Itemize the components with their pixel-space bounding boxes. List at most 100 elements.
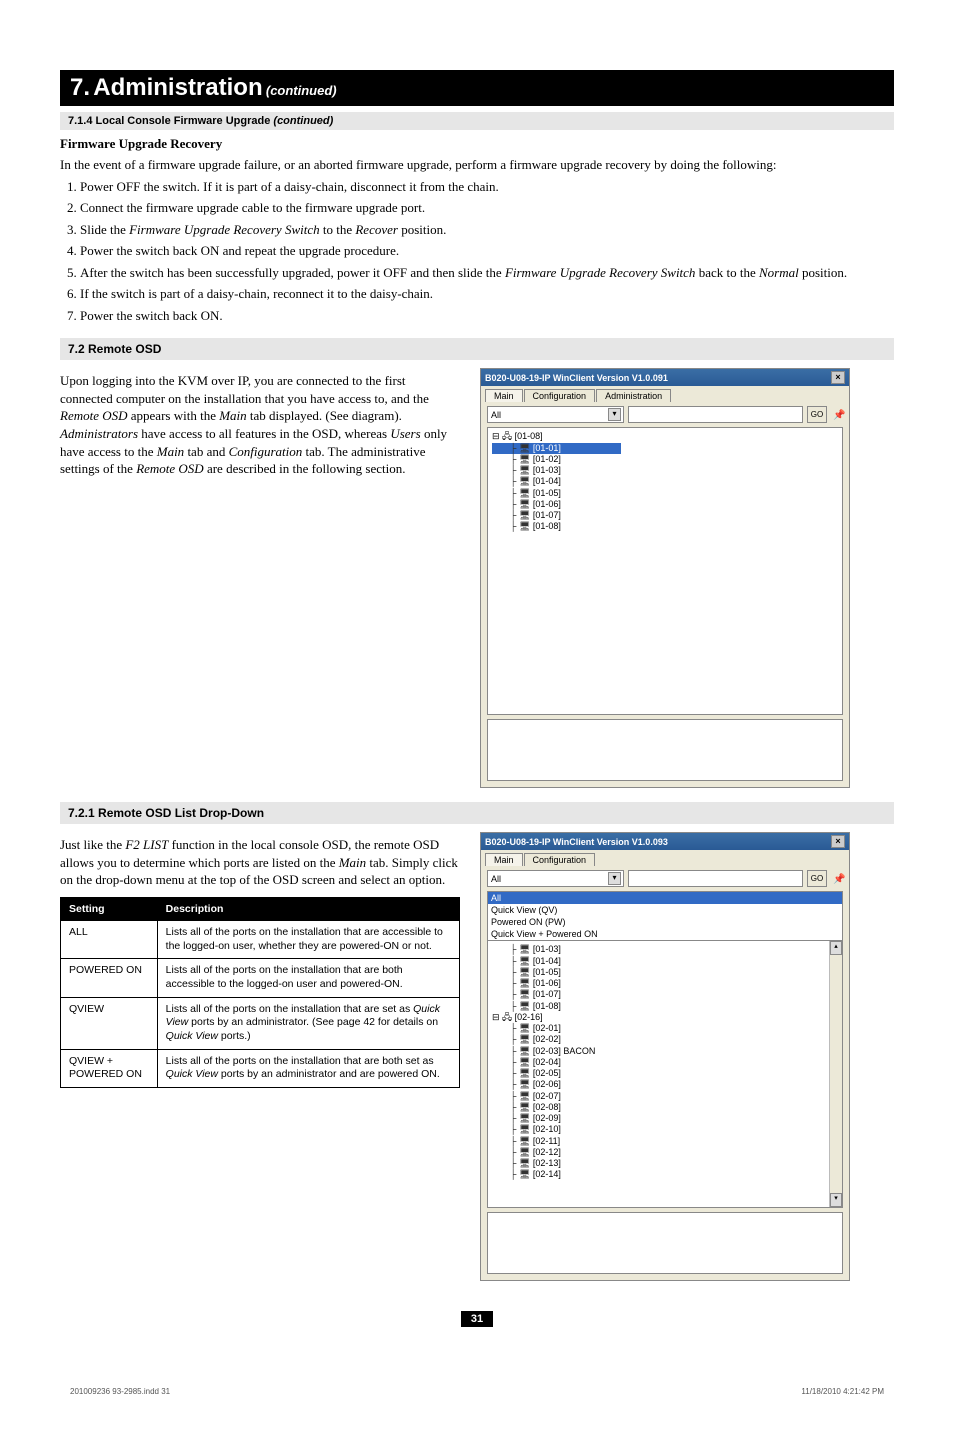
table-row: QVIEWLists all of the ports on the insta… bbox=[61, 997, 460, 1049]
settings-header-setting: Setting bbox=[61, 898, 158, 921]
page-footer: 201009236 93-2985.indd 31 11/18/2010 4:2… bbox=[60, 1387, 894, 1396]
tree-item[interactable]: [02-06] bbox=[492, 1079, 838, 1090]
tree-root[interactable]: [02-16] bbox=[492, 1012, 838, 1023]
tree-root[interactable]: [01-08] bbox=[492, 431, 838, 442]
tree-item[interactable]: [01-02] bbox=[492, 454, 838, 465]
dropdown-value: All bbox=[491, 410, 501, 420]
go-button[interactable]: GO bbox=[807, 406, 827, 423]
remote-osd-screenshot-1: B020-U08-19-IP WinClient Version V1.0.09… bbox=[480, 368, 850, 788]
page-number: 31 bbox=[461, 1311, 493, 1327]
chevron-down-icon[interactable]: ▾ bbox=[608, 872, 621, 885]
intro-recovery: In the event of a firmware upgrade failu… bbox=[60, 156, 894, 174]
settings-header-description: Description bbox=[157, 898, 459, 921]
scroll-up-icon[interactable]: ▴ bbox=[830, 941, 842, 955]
tree-item[interactable]: [01-04] bbox=[492, 476, 838, 487]
dropdown-option[interactable]: Quick View (QV) bbox=[488, 904, 842, 916]
tab-main[interactable]: Main bbox=[485, 389, 523, 402]
tree-item[interactable]: [02-03] BACON bbox=[492, 1046, 838, 1057]
tab-configuration[interactable]: Configuration bbox=[524, 853, 596, 866]
bottom-pane bbox=[487, 719, 843, 781]
tree-item[interactable]: [01-07] bbox=[492, 989, 838, 1000]
pin-icon[interactable]: 📌 bbox=[833, 410, 843, 420]
window-titlebar: B020-U08-19-IP WinClient Version V1.0.09… bbox=[481, 369, 849, 386]
go-button[interactable]: GO bbox=[807, 870, 827, 887]
dropdown-option[interactable]: Powered ON (PW) bbox=[488, 916, 842, 928]
window-title: B020-U08-19-IP WinClient Version V1.0.09… bbox=[485, 373, 668, 383]
vertical-scrollbar[interactable]: ▴ ▾ bbox=[829, 941, 842, 1207]
setting-name: QVIEW + POWERED ON bbox=[61, 1049, 158, 1087]
tree-item[interactable]: [02-07] bbox=[492, 1091, 838, 1102]
subsection-714-bar: 7.1.4 Local Console Firmware Upgrade (co… bbox=[60, 112, 894, 130]
section-72-heading: 7.2 Remote OSD bbox=[60, 338, 894, 360]
list-filter-dropdown[interactable]: All ▾ bbox=[487, 870, 624, 887]
section-721-paragraph: Just like the F2 LIST function in the lo… bbox=[60, 836, 460, 889]
tree-item[interactable]: [01-05] bbox=[492, 488, 838, 499]
setting-name: POWERED ON bbox=[61, 959, 158, 997]
dropdown-options-list[interactable]: All Quick View (QV) Powered ON (PW) Quic… bbox=[487, 891, 843, 941]
tree-item[interactable]: [02-11] bbox=[492, 1136, 838, 1147]
recovery-step: After the switch has been successfully u… bbox=[80, 264, 894, 282]
footer-right: 11/18/2010 4:21:42 PM bbox=[801, 1387, 884, 1396]
tree-item[interactable]: [02-02] bbox=[492, 1034, 838, 1045]
tree-item[interactable]: [02-14] bbox=[492, 1169, 838, 1180]
tree-item[interactable]: [02-05] bbox=[492, 1068, 838, 1079]
tab-administration[interactable]: Administration bbox=[596, 389, 671, 402]
window-titlebar: B020-U08-19-IP WinClient Version V1.0.09… bbox=[481, 833, 849, 850]
recovery-step: Power the switch back ON and repeat the … bbox=[80, 242, 894, 260]
recovery-step: Power OFF the switch. If it is part of a… bbox=[80, 178, 894, 196]
remote-osd-screenshot-2: B020-U08-19-IP WinClient Version V1.0.09… bbox=[480, 832, 850, 1281]
setting-description: Lists all of the ports on the installati… bbox=[157, 1049, 459, 1087]
settings-table: Setting Description ALLLists all of the … bbox=[60, 897, 460, 1088]
chevron-down-icon[interactable]: ▾ bbox=[608, 408, 621, 421]
tree-item[interactable]: [02-08] bbox=[492, 1102, 838, 1113]
tree-item[interactable]: [01-06] bbox=[492, 499, 838, 510]
tree-item[interactable]: [01-07] bbox=[492, 510, 838, 521]
dropdown-option[interactable]: All bbox=[488, 892, 842, 904]
tree-item[interactable]: [01-08] bbox=[492, 521, 838, 532]
tree-item[interactable]: [01-04] bbox=[492, 956, 838, 967]
search-input[interactable] bbox=[628, 870, 803, 887]
window-title: B020-U08-19-IP WinClient Version V1.0.09… bbox=[485, 837, 668, 847]
window-toolbar: All ▾ GO 📌 bbox=[481, 866, 849, 891]
pin-icon[interactable]: 📌 bbox=[833, 874, 843, 884]
section-72-row: Upon logging into the KVM over IP, you a… bbox=[60, 368, 894, 788]
recovery-step: Connect the firmware upgrade cable to th… bbox=[80, 199, 894, 217]
tab-configuration[interactable]: Configuration bbox=[524, 389, 596, 402]
setting-name: QVIEW bbox=[61, 997, 158, 1049]
list-filter-dropdown[interactable]: All ▾ bbox=[487, 406, 624, 423]
tree-item[interactable]: [02-13] bbox=[492, 1158, 838, 1169]
subsection-714-label: 7.1.4 Local Console Firmware Upgrade bbox=[68, 115, 270, 127]
close-icon[interactable]: × bbox=[831, 371, 845, 384]
tree-item[interactable]: [01-01] bbox=[492, 443, 621, 454]
table-row: ALLLists all of the ports on the install… bbox=[61, 921, 460, 959]
tree-item[interactable]: [02-12] bbox=[492, 1147, 838, 1158]
search-input[interactable] bbox=[628, 406, 803, 423]
dropdown-option[interactable]: Quick View + Powered ON bbox=[488, 928, 842, 940]
tab-main[interactable]: Main bbox=[485, 853, 523, 866]
tree-item[interactable]: [01-06] bbox=[492, 978, 838, 989]
close-icon[interactable]: × bbox=[831, 835, 845, 848]
subsection-714-continued: (continued) bbox=[273, 115, 333, 127]
port-tree[interactable]: [01-03][01-04][01-05][01-06][01-07][01-0… bbox=[487, 941, 843, 1208]
tree-item[interactable]: [02-10] bbox=[492, 1124, 838, 1135]
setting-description: Lists all of the ports on the installati… bbox=[157, 921, 459, 959]
tree-item[interactable]: [02-01] bbox=[492, 1023, 838, 1034]
setting-description: Lists all of the ports on the installati… bbox=[157, 997, 459, 1049]
recovery-steps-list: Power OFF the switch. If it is part of a… bbox=[60, 178, 894, 325]
tree-item[interactable]: [02-04] bbox=[492, 1057, 838, 1068]
recovery-step: Power the switch back ON. bbox=[80, 307, 894, 325]
tree-item[interactable]: [02-09] bbox=[492, 1113, 838, 1124]
tree-item[interactable]: [01-05] bbox=[492, 967, 838, 978]
tree-item[interactable]: [01-03] bbox=[492, 944, 838, 955]
section-72-paragraph: Upon logging into the KVM over IP, you a… bbox=[60, 372, 460, 477]
setting-description: Lists all of the ports on the installati… bbox=[157, 959, 459, 997]
footer-left: 201009236 93-2985.indd 31 bbox=[70, 1387, 170, 1396]
window-toolbar: All ▾ GO 📌 bbox=[481, 402, 849, 427]
port-tree[interactable]: [01-08] [01-01][01-02][01-03][01-04][01-… bbox=[487, 427, 843, 715]
recovery-step: If the switch is part of a daisy-chain, … bbox=[80, 285, 894, 303]
section-title: Administration bbox=[93, 74, 262, 101]
tree-item[interactable]: [01-08] bbox=[492, 1001, 838, 1012]
section-continued: (continued) bbox=[266, 83, 337, 98]
tree-item[interactable]: [01-03] bbox=[492, 465, 838, 476]
scroll-down-icon[interactable]: ▾ bbox=[830, 1193, 842, 1207]
